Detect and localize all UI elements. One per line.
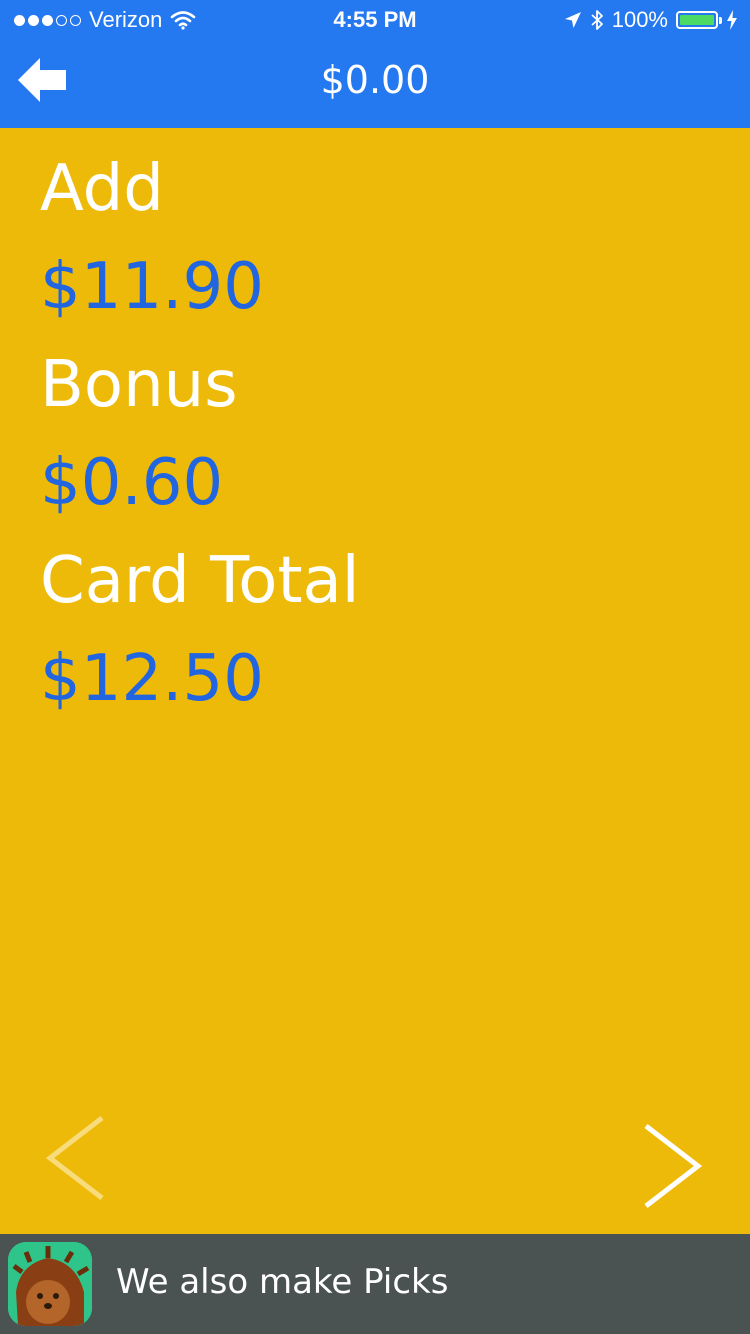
charging-bolt-icon — [727, 10, 737, 30]
balance-title: $0.00 — [320, 58, 430, 102]
next-button[interactable] — [636, 1120, 706, 1220]
bonus-label: Bonus — [40, 348, 238, 422]
battery-fill — [680, 15, 714, 25]
bonus-amount: $0.60 — [40, 446, 224, 520]
status-right: 100% — [564, 7, 738, 33]
top-bar: Verizon 4:55 PM 100% $0.00 — [0, 0, 750, 128]
add-label: Add — [40, 152, 164, 226]
card-total-label: Card Total — [40, 544, 360, 618]
location-arrow-icon — [564, 12, 581, 28]
banner-text: We also make Picks — [116, 1262, 449, 1302]
status-bar: Verizon 4:55 PM 100% — [0, 0, 750, 40]
navigation-bar: $0.00 — [0, 40, 750, 128]
picks-app-icon — [8, 1242, 92, 1326]
battery-percentage: 100% — [611, 7, 668, 32]
bluetooth-icon — [591, 10, 603, 30]
previous-button[interactable] — [40, 1112, 110, 1212]
card-total-amount: $12.50 — [40, 642, 264, 716]
battery-icon — [676, 11, 722, 29]
picks-promo-banner[interactable]: We also make Picks — [0, 1234, 750, 1334]
chevron-right-icon — [644, 1124, 703, 1208]
chevron-left-icon — [45, 1116, 104, 1200]
add-amount: $11.90 — [40, 250, 264, 324]
reload-summary: Add $11.90 Bonus $0.60 Card Total $12.50 — [40, 140, 710, 728]
